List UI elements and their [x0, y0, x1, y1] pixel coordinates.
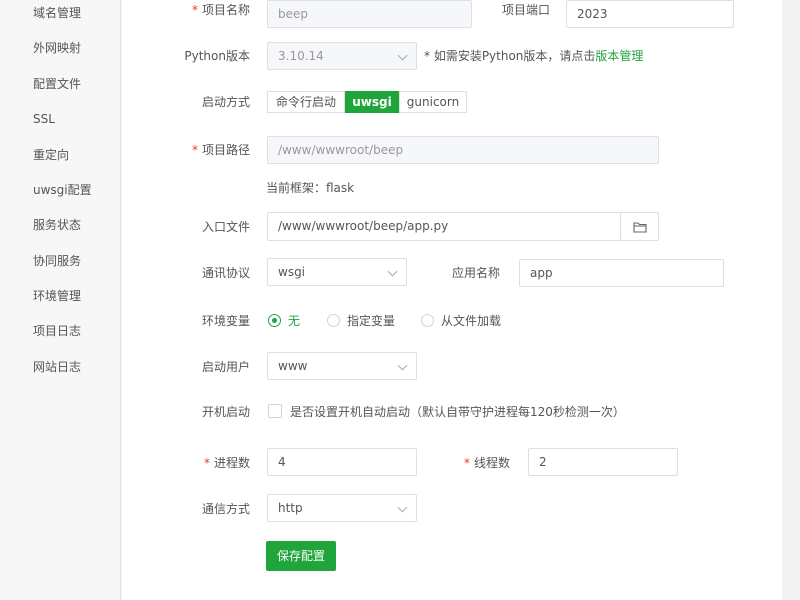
sidebar-item-domain[interactable]: 域名管理: [33, 5, 81, 21]
folder-icon: [633, 222, 647, 233]
sidebar-item-redirect[interactable]: 重定向: [33, 147, 69, 163]
version-management-link[interactable]: 版本管理: [595, 49, 643, 63]
start-mode-uwsgi[interactable]: uwsgi: [345, 91, 399, 113]
python-version-label: Python版本: [184, 49, 250, 63]
sidebar-item-cooperative-service[interactable]: 协同服务: [33, 253, 81, 269]
protocol-value: wsgi: [278, 265, 306, 279]
env-from-file-radio[interactable]: [421, 314, 434, 327]
comm-mode-value: http: [278, 501, 303, 515]
chevron-down-icon: [397, 360, 408, 371]
python-version-value: 3.10.14: [278, 49, 324, 63]
project-port-label: 项目端口: [501, 3, 550, 17]
current-framework-text: 当前框架：flask: [266, 181, 355, 195]
sidebar-item-service-status[interactable]: 服务状态: [33, 217, 81, 233]
env-specified-label[interactable]: 指定变量: [347, 313, 395, 329]
sidebar-item-site-log[interactable]: 网站日志: [33, 359, 81, 375]
chevron-down-icon: [397, 50, 408, 61]
autostart-text: 是否设置开机自动启动（默认自带守护进程每120秒检测一次）: [290, 405, 625, 419]
env-vars-label: 环境变量: [201, 314, 250, 328]
entry-file-label: 入口文件: [201, 220, 250, 234]
sidebar-item-port-mapping[interactable]: 外网映射: [33, 40, 81, 56]
env-none-label[interactable]: 无: [288, 313, 300, 329]
project-port-input[interactable]: 2023: [566, 0, 734, 28]
chevron-down-icon: [397, 502, 408, 513]
project-name-input[interactable]: beep: [267, 0, 472, 28]
project-name-label: * 项目名称: [191, 3, 250, 17]
processes-input[interactable]: 4: [267, 448, 417, 476]
folder-browse-button[interactable]: [620, 212, 659, 241]
python-version-hint: * 如需安装Python版本，请点击版本管理: [424, 49, 644, 63]
app-name-label: 应用名称: [451, 266, 500, 280]
right-gutter: [782, 0, 800, 600]
processes-label: * 进程数: [203, 456, 250, 470]
protocol-select[interactable]: wsgi: [267, 258, 407, 286]
sidebar-item-ssl[interactable]: SSL: [33, 111, 55, 127]
protocol-label: 通讯协议: [201, 266, 250, 280]
env-from-file-label[interactable]: 从文件加载: [441, 313, 501, 329]
project-path-input[interactable]: /www/wwwroot/beep: [267, 136, 659, 164]
threads-input[interactable]: 2: [528, 448, 678, 476]
sidebar-item-config-file[interactable]: 配置文件: [33, 76, 81, 92]
entry-file-input[interactable]: /www/wwwroot/beep/app.py: [267, 212, 621, 241]
comm-mode-select[interactable]: http: [267, 494, 417, 522]
sidebar-item-env-management[interactable]: 环境管理: [33, 288, 81, 304]
autostart-checkbox[interactable]: [268, 404, 282, 418]
start-user-value: www: [278, 359, 308, 373]
start-mode-cli[interactable]: 命令行启动: [267, 91, 345, 113]
sidebar-item-uwsgi-config[interactable]: uwsgi配置: [33, 182, 92, 198]
comm-mode-label: 通信方式: [201, 502, 250, 516]
threads-label: * 线程数: [463, 456, 510, 470]
start-user-label: 启动用户: [201, 360, 250, 374]
app-name-input[interactable]: app: [519, 259, 724, 287]
start-user-select[interactable]: www: [267, 352, 417, 380]
sidebar-item-project-log[interactable]: 项目日志: [33, 323, 81, 339]
chevron-down-icon: [387, 266, 398, 277]
autostart-label: 开机启动: [201, 405, 250, 419]
python-version-select[interactable]: 3.10.14: [267, 42, 417, 70]
save-config-button[interactable]: 保存配置: [266, 541, 336, 571]
project-path-label: * 项目路径: [191, 143, 250, 157]
env-none-radio[interactable]: [268, 314, 281, 327]
start-mode-gunicorn[interactable]: gunicorn: [399, 91, 467, 113]
env-specified-radio[interactable]: [327, 314, 340, 327]
start-mode-label: 启动方式: [201, 95, 250, 109]
sidebar: 域名管理 外网映射 配置文件 SSL 重定向 uwsgi配置 服务状态 协同服务…: [0, 0, 121, 600]
